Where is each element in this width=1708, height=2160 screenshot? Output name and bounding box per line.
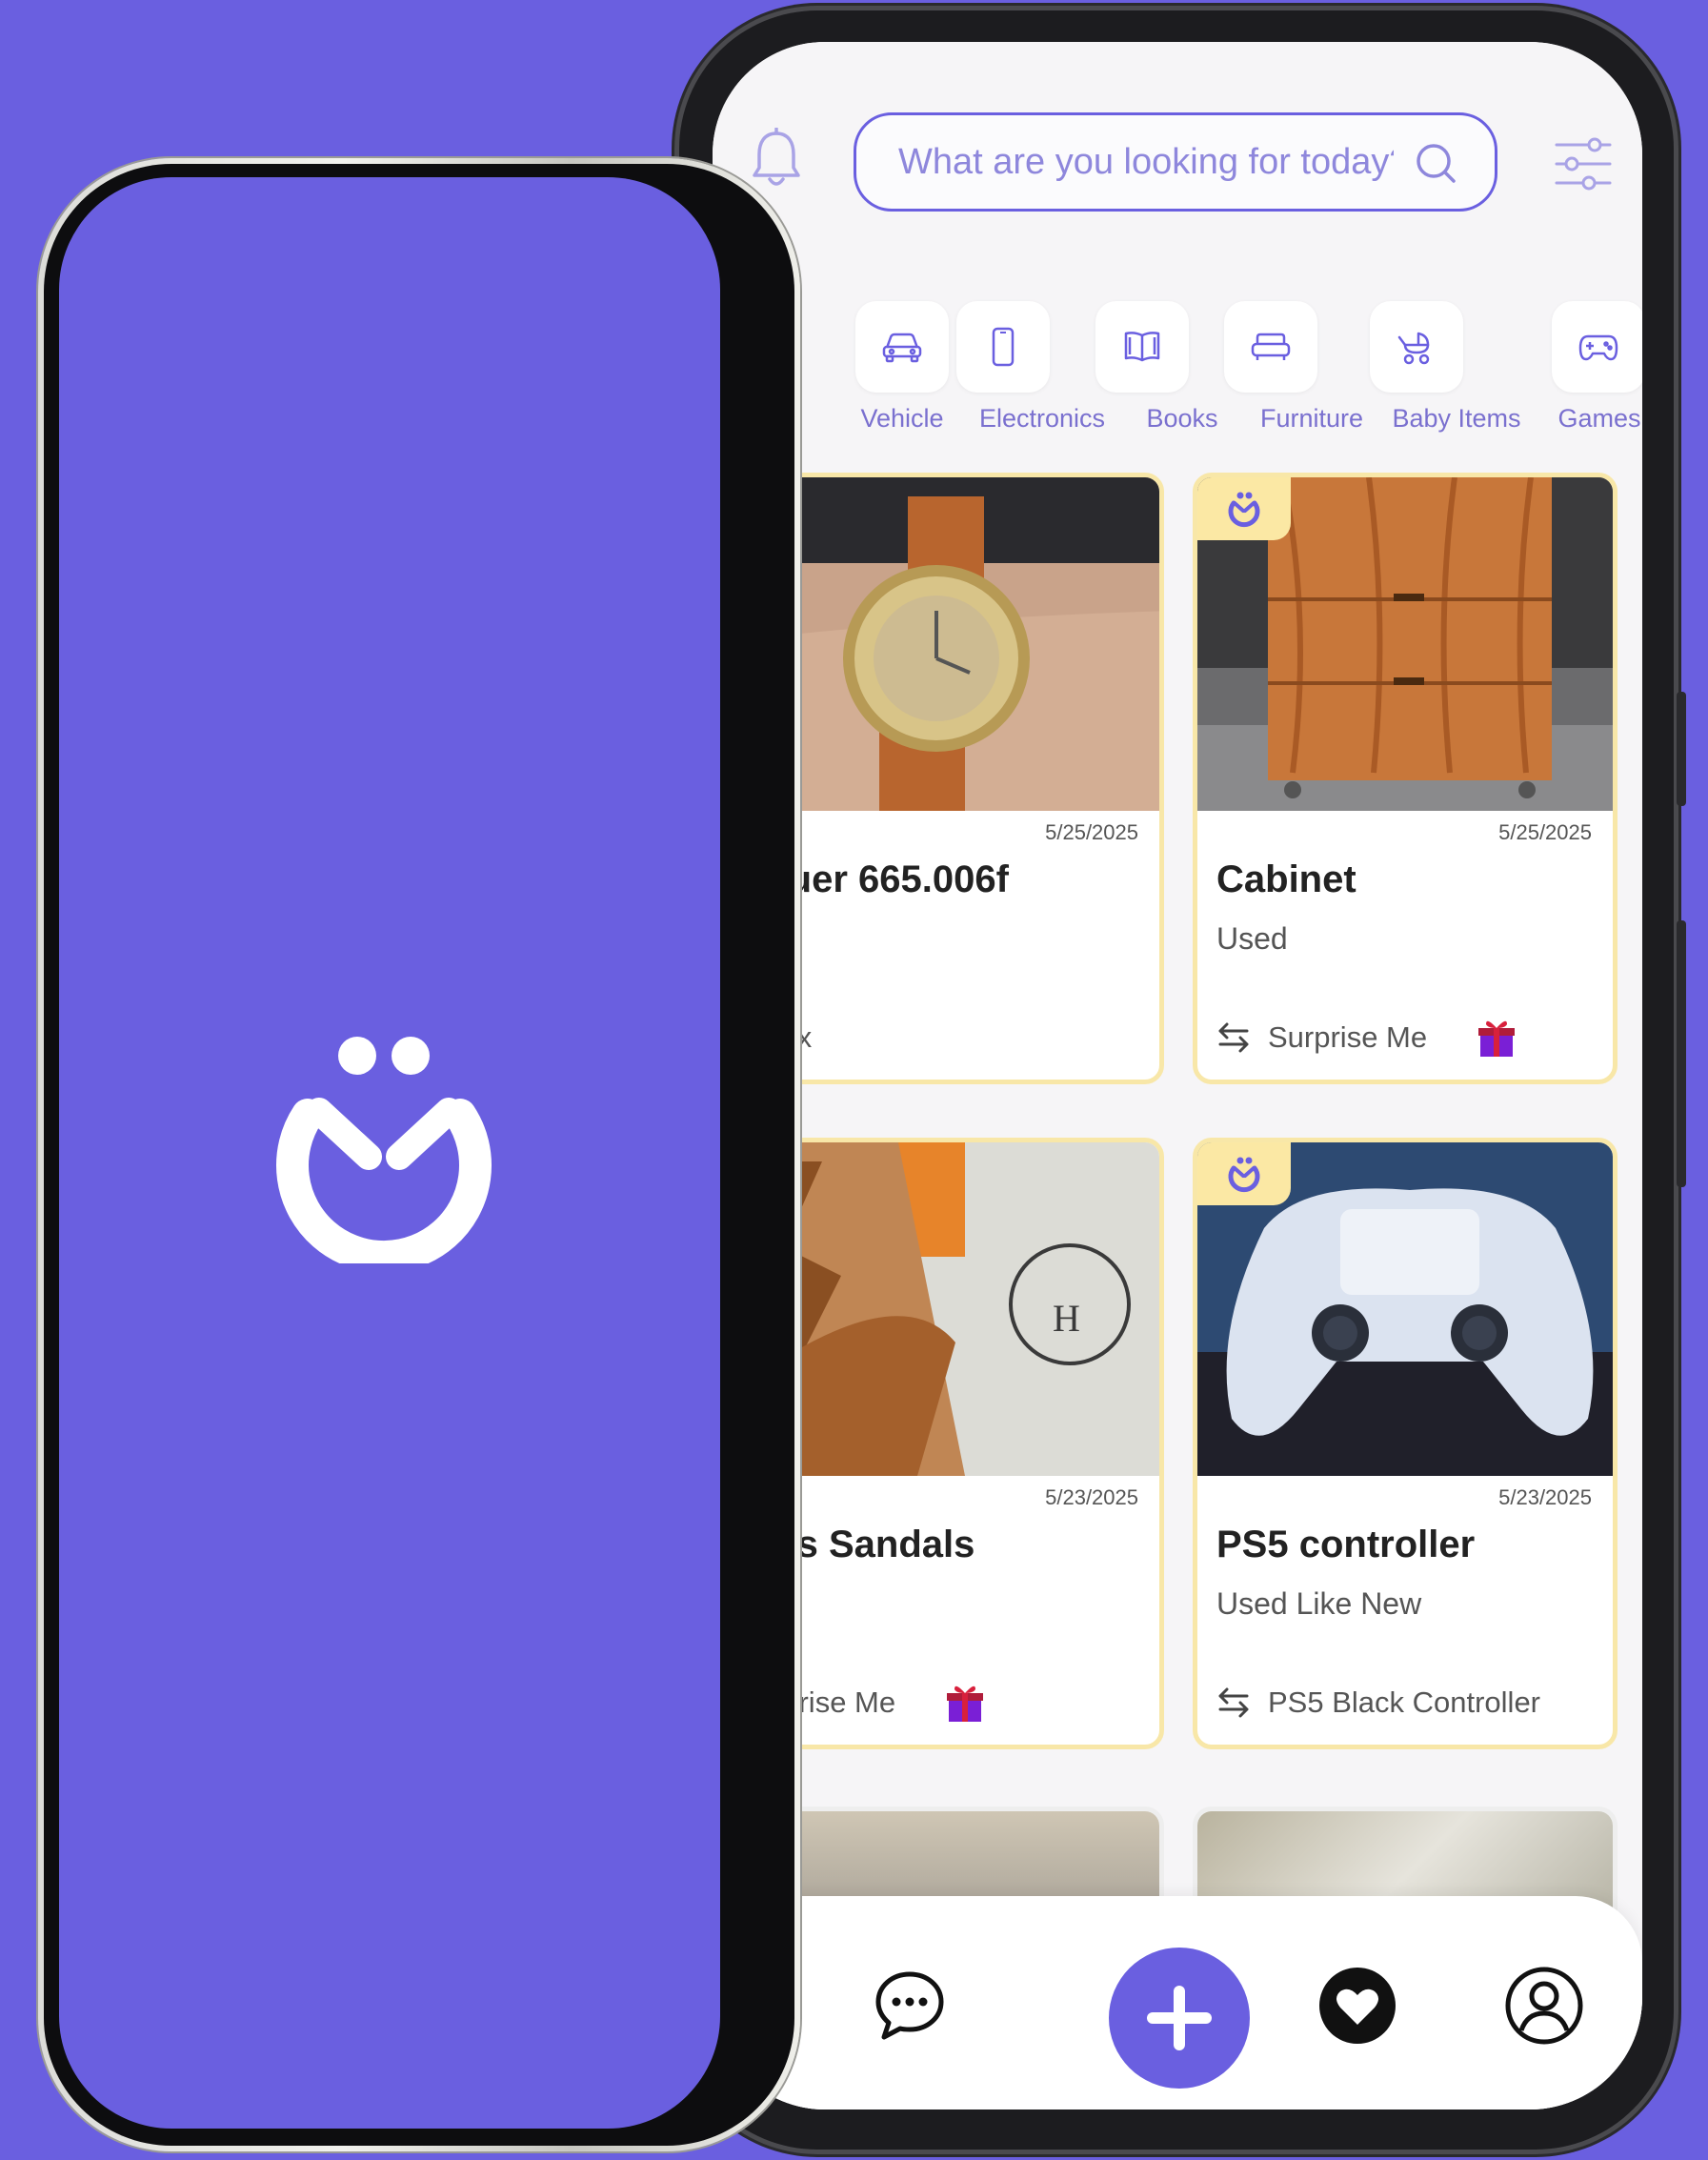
svg-text:H: H [1053,1297,1080,1340]
category-vehicle[interactable] [855,301,949,393]
category-electronics[interactable] [956,301,1050,393]
category-baby-items[interactable] [1370,301,1463,393]
listing-date: 5/23/2025 [1045,1485,1138,1509]
swap-for-text: Surprise Me [1268,1020,1428,1054]
search-icon[interactable] [1415,142,1457,184]
car-icon [882,333,922,363]
listing-date: 5/23/2025 [1498,1485,1592,1509]
brand-logo-icon [1228,492,1260,528]
listing-date: 5/25/2025 [1498,820,1592,844]
favorites-button[interactable] [1305,1953,1410,2058]
gamepad-icon [1578,334,1618,361]
swap-arrows-icon [1218,1687,1249,1718]
search-input[interactable] [898,115,1394,209]
listing-title: Cabinet [1216,858,1356,900]
add-listing-button[interactable] [1109,1948,1250,2089]
side-button [1677,692,1686,806]
listing-card[interactable]: 5/25/2025 Cabinet Used Surprise Me [1193,473,1618,1084]
heart-icon [1319,1968,1396,2044]
side-button [1677,920,1686,1187]
brand-logo-icon [1228,1157,1260,1193]
brand-logo-icon [276,1037,492,1263]
listing-condition: Used [1216,921,1288,956]
listing-title: PS5 controller [1216,1524,1476,1565]
swap-row: PS5 Black Controller [1216,1682,1540,1724]
phone-icon [992,327,1015,367]
category-label-games: Games [1557,404,1641,433]
bell-icon[interactable] [751,128,802,191]
filter-sliders-icon[interactable] [1553,133,1614,194]
swap-for-text: PS5 Black Controller [1268,1686,1541,1719]
plus-icon [1147,1986,1212,2050]
swap-row: Surprise Me [1216,1017,1516,1059]
category-label-books: Books [1146,404,1218,433]
user-profile-icon [1505,1967,1583,2045]
app-screen: e [713,42,1642,2110]
profile-button[interactable] [1492,1953,1597,2058]
category-books[interactable] [1095,301,1189,393]
search-bar[interactable] [854,112,1497,212]
listing-date: 5/25/2025 [1045,820,1138,844]
category-label-vehicle: Vehicle [860,404,944,433]
chat-bubble-icon [875,1971,944,2040]
listing-badge [1197,477,1291,540]
category-label-furniture: Furniture [1259,404,1364,433]
category-label-electronics: Electronics [978,404,1106,433]
category-label-baby-items: Baby Items [1392,404,1521,433]
listing-card[interactable]: 5/23/2025 PS5 controller Used Like New P… [1193,1138,1618,1749]
gift-icon [1478,1020,1516,1057]
stroller-icon [1397,332,1430,365]
book-icon [1124,332,1160,362]
chat-button[interactable] [857,1953,962,2058]
category-furniture[interactable] [1224,301,1317,393]
category-games[interactable] [1552,301,1642,393]
swap-arrows-icon [1218,1022,1249,1053]
gift-icon [947,1686,984,1722]
sofa-icon [1251,333,1291,360]
listing-condition: Used Like New [1216,1586,1422,1621]
listing-badge [1197,1142,1291,1205]
